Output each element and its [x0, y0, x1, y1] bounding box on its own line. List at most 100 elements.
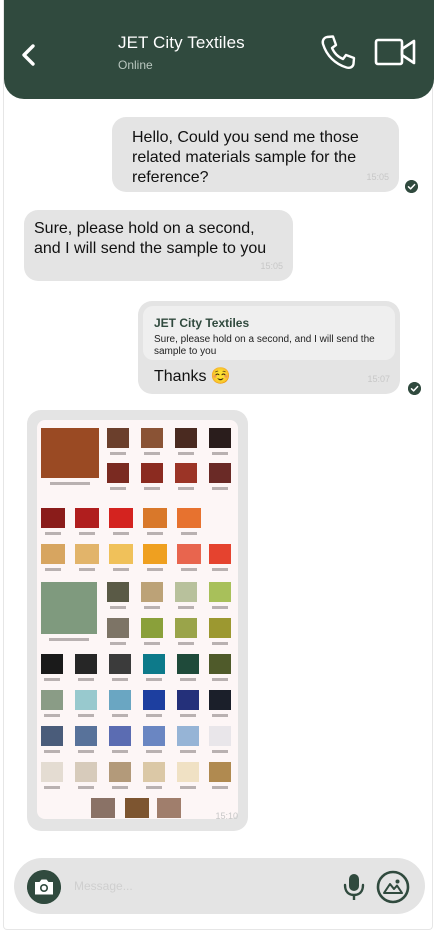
outgoing-message[interactable]: Hello, Could you send me those related m… — [112, 117, 399, 192]
swatch-label — [78, 750, 94, 753]
fabric-swatch — [175, 463, 197, 483]
fabric-swatch — [177, 544, 201, 564]
message-time: 15:05 — [260, 261, 283, 271]
fabric-swatch — [175, 582, 197, 602]
fabric-swatch — [209, 544, 231, 564]
fabric-swatch — [41, 690, 63, 710]
message-time: 15:05 — [366, 172, 389, 182]
fabric-swatch — [177, 726, 199, 746]
fabric-swatch — [109, 762, 131, 782]
quoted-text: Sure, please hold on a second, and I wil… — [154, 334, 375, 357]
swatch-label — [180, 568, 198, 571]
fabric-swatch — [109, 654, 131, 674]
back-arrow-icon[interactable] — [14, 40, 44, 70]
message-text: Thanks ☺️ — [154, 368, 231, 385]
gallery-icon[interactable] — [376, 870, 410, 904]
fabric-swatch — [157, 798, 181, 818]
message-composer — [14, 858, 425, 914]
swatch-label — [44, 786, 60, 789]
fabric-swatch — [125, 798, 149, 818]
fabric-swatch — [107, 618, 129, 638]
fabric-swatch — [177, 508, 201, 528]
fabric-swatch — [209, 762, 231, 782]
quoted-message[interactable]: JET City Textiles Sure, please hold on a… — [143, 306, 395, 360]
fabric-swatch — [175, 428, 197, 448]
fabric-swatch — [141, 618, 163, 638]
swatch-label — [212, 714, 228, 717]
swatch-label — [78, 532, 96, 535]
swatch-label — [180, 714, 196, 717]
fabric-swatch — [175, 618, 197, 638]
swatch-label — [212, 678, 228, 681]
outgoing-reply-message[interactable]: JET City Textiles Sure, please hold on a… — [138, 301, 400, 394]
swatch-label — [49, 638, 89, 641]
fabric-swatch — [209, 582, 231, 602]
swatch-label — [110, 606, 126, 609]
swatch-label — [146, 714, 162, 717]
swatch-label — [78, 568, 96, 571]
fabric-swatch — [209, 690, 231, 710]
swatch-label — [146, 750, 162, 753]
swatch-label — [78, 786, 94, 789]
check-circle-icon — [408, 382, 421, 395]
swatch-label — [44, 750, 60, 753]
fabric-swatch — [41, 726, 63, 746]
swatch-label — [180, 750, 196, 753]
swatch-label — [180, 786, 196, 789]
message-time: 15:07 — [367, 374, 390, 384]
fabric-swatch — [107, 582, 129, 602]
incoming-image-message[interactable]: 15:10 — [27, 410, 248, 831]
message-input[interactable] — [74, 874, 324, 898]
fabric-swatch — [109, 690, 131, 710]
fabric-swatch — [75, 762, 97, 782]
message-time: 15:10 — [215, 811, 238, 821]
fabric-swatch — [209, 654, 231, 674]
swatch-label — [146, 786, 162, 789]
contact-status: Online — [118, 58, 153, 72]
fabric-swatch — [143, 508, 167, 528]
fabric-swatch — [41, 508, 65, 528]
swatch-label — [78, 714, 94, 717]
swatch-label — [44, 714, 60, 717]
swatch-label — [212, 452, 228, 455]
contact-name[interactable]: JET City Textiles — [118, 33, 245, 53]
fabric-swatch-card-image[interactable] — [37, 420, 238, 819]
video-call-icon[interactable] — [373, 34, 417, 70]
swatch-label — [212, 642, 228, 645]
swatch-label — [112, 714, 128, 717]
fabric-swatch — [75, 726, 97, 746]
swatch-label — [49, 482, 91, 485]
swatch-label — [112, 678, 128, 681]
fabric-swatch — [41, 544, 65, 564]
swatch-label — [112, 750, 128, 753]
swatch-label — [78, 678, 94, 681]
phone-call-icon[interactable] — [318, 32, 358, 72]
swatch-label — [212, 750, 228, 753]
fabric-swatch — [177, 690, 199, 710]
fabric-swatch — [109, 508, 133, 528]
fabric-swatch — [177, 762, 199, 782]
swatch-label — [110, 642, 126, 645]
fabric-swatch — [143, 690, 165, 710]
swatch-label — [44, 568, 62, 571]
swatch-label — [144, 487, 160, 490]
microphone-icon[interactable] — [342, 872, 366, 902]
swatch-label — [178, 452, 194, 455]
swatch-label — [112, 786, 128, 789]
fabric-swatch — [107, 463, 129, 483]
fabric-swatch — [41, 654, 63, 674]
fabric-swatch — [109, 544, 133, 564]
swatch-label — [112, 532, 130, 535]
swatch-label — [178, 642, 194, 645]
incoming-message[interactable]: Sure, please hold on a second, and I wil… — [24, 210, 293, 281]
swatch-label — [178, 606, 194, 609]
fabric-swatch — [107, 428, 129, 448]
fabric-swatch — [91, 798, 115, 818]
fabric-swatch — [143, 544, 167, 564]
fabric-swatch — [41, 582, 97, 634]
chat-header: JET City Textiles Online — [4, 0, 434, 99]
camera-icon[interactable] — [27, 870, 61, 904]
fabric-swatch — [143, 726, 165, 746]
message-text: Hello, Could you send me those related m… — [132, 129, 359, 186]
swatch-label — [146, 532, 164, 535]
